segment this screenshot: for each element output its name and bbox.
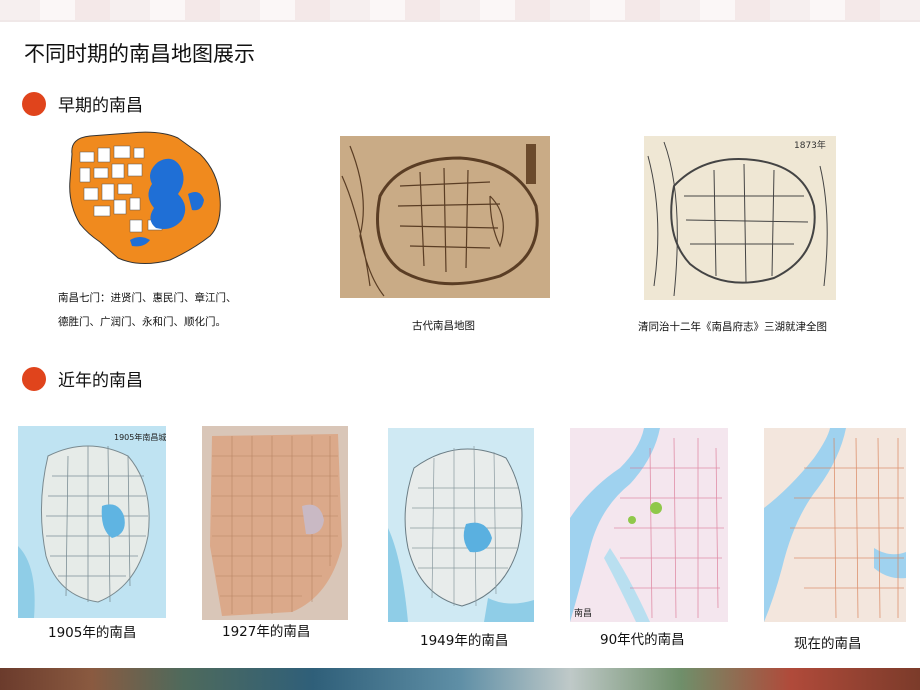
map-1927-caption: 1927年的南昌 [222, 624, 311, 640]
section-recent-heading: 近年的南昌 [22, 366, 143, 391]
map-1949-image [388, 428, 534, 622]
section-early-heading: 早期的南昌 [22, 91, 143, 116]
map-1990s-caption: 90年代的南昌 [600, 632, 685, 648]
caption-line-1: 南昌七门：进贤门、惠民门、章江门、 [58, 292, 237, 304]
map-1990s-corner-label: 南昌 [574, 607, 592, 619]
bottom-photo-band [0, 668, 920, 690]
ancient-map-caption: 古代南昌地图 [412, 320, 475, 332]
map-1990s-image: 南昌 [570, 428, 728, 622]
map-1927-image [202, 426, 348, 620]
section-label: 早期的南昌 [58, 96, 143, 116]
ancient-map-image [340, 136, 550, 298]
map-1873-corner-text: 1873年 [794, 139, 826, 151]
caption-line-2: 德胜门、广润门、永和门、顺化门。 [58, 316, 226, 328]
section-label: 近年的南昌 [58, 371, 143, 391]
map-1873-image: 1873年 [644, 136, 836, 300]
map-1949-caption: 1949年的南昌 [420, 633, 509, 649]
bullet-dot [22, 91, 46, 116]
map-1905-caption: 1905年的南昌 [48, 625, 137, 641]
bullet-dot [22, 366, 46, 391]
map-current-caption: 现在的南昌 [794, 636, 862, 652]
seven-gates-caption: 南昌七门：进贤门、惠民门、章江门、 德胜门、广润门、永和门、顺化门。 [58, 286, 237, 334]
map-1905-inset-title: 1905年南昌城区 [114, 432, 166, 442]
page-title: 不同时期的南昌地图展示 [24, 42, 255, 66]
map-seven-gates-image [60, 124, 228, 272]
top-decorative-band [0, 0, 920, 22]
map-current-image [764, 428, 906, 622]
map-1905-image: 1905年南昌城区 [18, 426, 166, 618]
map-1873-caption: 清同治十二年《南昌府志》三湖就津全图 [638, 321, 827, 333]
